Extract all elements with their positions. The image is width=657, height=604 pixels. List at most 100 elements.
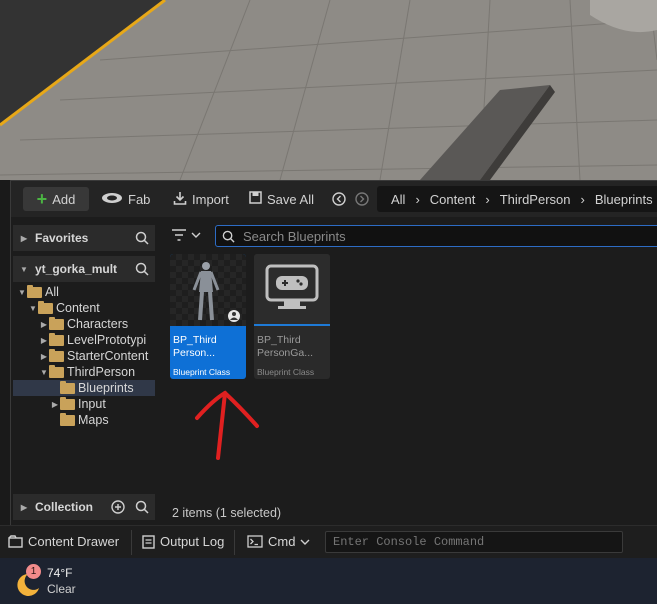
add-button-label: Add [52,191,76,207]
folder-icon [49,348,64,362]
weather-temperature: 74°F [47,566,73,580]
caret-right-icon[interactable]: ▶ [39,336,49,345]
notification-badge: 1 [26,564,41,579]
fab-button-label: Fab [128,191,151,207]
search-icon[interactable] [135,262,149,276]
folder-icon [60,412,75,426]
folder-content[interactable]: ▼ Content [13,300,155,316]
collection-label: Collection [35,500,94,514]
chevron-right-icon: › [415,191,420,207]
mannequin-icon [192,262,240,322]
caret-down-icon: ▼ [20,264,28,274]
folder-icon [49,332,64,346]
gamepad-monitor-icon [265,264,319,309]
folder-open-icon [49,364,64,378]
caret-right-icon: ▶ [20,502,28,512]
folder-label: Maps [78,413,109,427]
add-button[interactable]: + Add [23,187,89,211]
terminal-icon [247,535,263,548]
caret-down-icon[interactable]: ▼ [39,368,49,377]
collection-header[interactable]: ▶ Collection [13,494,155,520]
caret-down-icon[interactable]: ▼ [17,288,27,297]
search-icon[interactable] [135,231,149,245]
asset-class-label: Blueprint Class [257,367,315,377]
filter-button[interactable] [171,228,201,242]
asset-tile-bp-thirdperson-gamemode[interactable]: BP_Third PersonGa... Blueprint Class [254,254,330,379]
folder-label: LevelPrototypi [67,333,147,347]
output-log-button[interactable]: Output Log [142,534,224,549]
asset-class-label: Blueprint Class [173,367,231,377]
asset-thumbnail [254,254,330,326]
weather-widget[interactable]: 1 74°F Clear [10,564,100,598]
asset-view: BP_Third Person... Blueprint Class BP_Th… [161,221,657,526]
breadcrumb-item-content[interactable]: Content [430,192,476,207]
history-forward-button[interactable] [355,187,369,211]
folder-label: ThirdPerson [67,365,136,379]
breadcrumb-item-thirdperson[interactable]: ThirdPerson [500,192,571,207]
favorites-header[interactable]: ▶ Favorites [13,225,155,251]
add-circle-icon[interactable] [111,500,125,514]
level-viewport[interactable] [0,0,657,180]
folder-label: StarterContent [67,349,149,363]
folder-tree: ▼ All ▼ Content ▶ Characters ▶ LevelPrototypi ▶ S… [13,284,155,428]
folder-maps[interactable]: Maps [13,412,155,428]
import-button[interactable]: Import [173,187,229,211]
folder-icon [60,380,75,394]
favorites-label: Favorites [35,231,89,245]
arrow-right-circle-icon [355,192,369,206]
content-browser-toolbar: + Add Fab Import Save All All › Content … [11,181,657,217]
folder-open-icon [27,284,42,298]
caret-right-icon[interactable]: ▶ [39,352,49,361]
sources-panel: ▶ Favorites ▼ yt_gorka_mult ▼ All ▼ Content… [13,221,155,521]
save-all-button[interactable]: Save All [249,187,314,211]
folder-all[interactable]: ▼ All [13,284,155,300]
folder-characters[interactable]: ▶ Characters [13,316,155,332]
folder-levelprototypi[interactable]: ▶ LevelPrototypi [13,332,155,348]
folder-thirdperson[interactable]: ▼ ThirdPerson [13,364,155,380]
console-command-input[interactable] [325,531,623,553]
search-icon[interactable] [135,500,149,514]
folder-icon [60,396,75,410]
asset-name: BP_Third PersonGa... [257,334,313,360]
divider [131,530,132,555]
folder-label: Characters [67,317,129,331]
content-drawer-button[interactable]: Content Drawer [8,534,119,549]
folder-label: Blueprints [78,381,134,395]
viewport-scene [0,0,657,180]
status-bar: Content Drawer Output Log Cmd [0,525,657,559]
chevron-right-icon: › [580,191,585,207]
caret-right-icon[interactable]: ▶ [50,400,60,409]
weather-condition: Clear [47,582,76,596]
filter-icon [172,229,186,241]
cmd-label: Cmd [268,534,296,549]
project-label: yt_gorka_mult [35,262,118,276]
folder-label: Input [78,397,106,411]
asset-name-line1: BP_Third [257,334,301,346]
asset-name: BP_Third Person... [173,334,217,360]
annotation-arrow [195,390,259,460]
project-header[interactable]: ▼ yt_gorka_mult [13,256,155,282]
history-back-button[interactable] [332,187,346,211]
chevron-down-icon [300,539,310,545]
divider [234,530,235,555]
folder-icon [49,316,64,330]
output-log-label: Output Log [160,534,225,549]
folder-blueprints[interactable]: Blueprints [13,380,155,396]
fab-button[interactable]: Fab [101,187,150,211]
breadcrumb-item-blueprints[interactable]: Blueprints [595,192,653,207]
search-icon [222,230,235,243]
chevron-down-icon [191,232,201,238]
caret-right-icon[interactable]: ▶ [39,320,49,329]
cmd-dropdown[interactable]: Cmd [247,534,310,549]
folder-label: All [45,285,59,299]
caret-down-icon[interactable]: ▼ [28,304,38,313]
breadcrumb: All › Content › ThirdPerson › Blueprints [377,186,657,212]
breadcrumb-item-all[interactable]: All [391,192,405,207]
content-drawer-label: Content Drawer [28,534,120,549]
folder-startercontent[interactable]: ▶ StarterContent [13,348,155,364]
drawer-icon [8,535,23,548]
search-bar [215,225,657,247]
search-input[interactable] [241,227,625,245]
folder-input[interactable]: ▶ Input [13,396,155,412]
asset-tile-bp-thirdperson-character[interactable]: BP_Third Person... Blueprint Class [170,254,246,379]
